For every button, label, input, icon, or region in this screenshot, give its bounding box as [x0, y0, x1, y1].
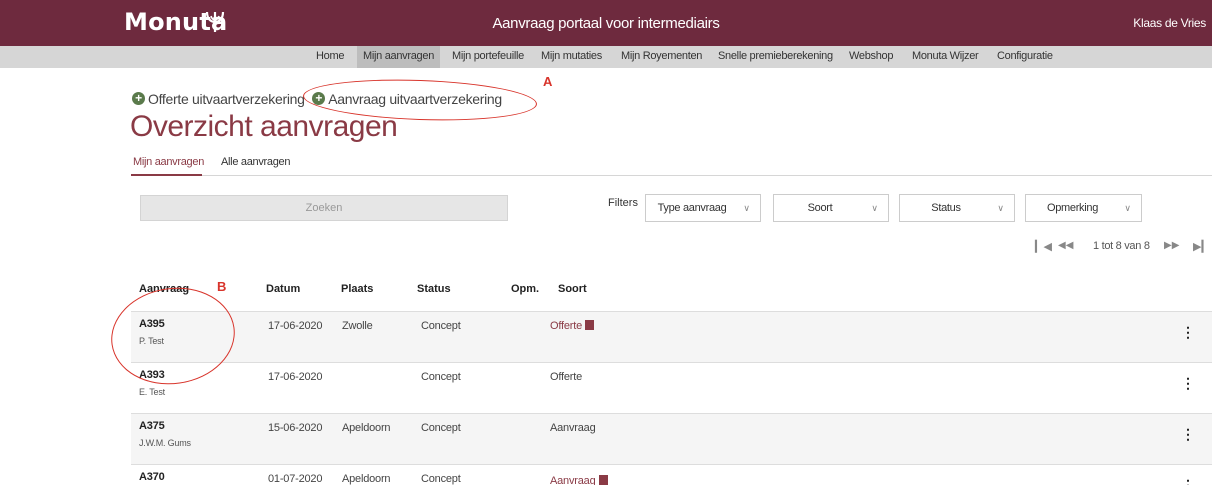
- page-title: Overzicht aanvragen: [130, 110, 398, 143]
- annotation-label-a: A: [543, 74, 553, 89]
- next-page-icon[interactable]: ▶▶: [1164, 240, 1179, 251]
- tab-alle-aanvragen[interactable]: Alle aanvragen: [221, 156, 290, 168]
- main-navigation: Home Mijn aanvragen Mijn portefeuille Mi…: [0, 46, 1212, 68]
- tab-mijn-aanvragen[interactable]: Mijn aanvragen: [133, 156, 204, 168]
- aanvraag-soort-link[interactable]: Aanvraag: [550, 475, 608, 485]
- nav-configuratie[interactable]: Configuratie: [997, 50, 1053, 62]
- more-options-icon[interactable]: ⋮: [1181, 426, 1195, 443]
- nav-webshop[interactable]: Webshop: [849, 50, 893, 62]
- column-header-datum[interactable]: Datum: [266, 283, 300, 295]
- soort-dropdown[interactable]: Soort ∨: [773, 194, 889, 222]
- previous-page-icon[interactable]: ◀◀: [1058, 240, 1073, 251]
- aanvraag-soort: Offerte: [550, 371, 583, 383]
- active-tab-indicator: [131, 174, 202, 176]
- user-name[interactable]: Klaas de Vries: [1133, 16, 1206, 30]
- top-bar: Monuta Aanvraag portaal voor intermediai…: [0, 0, 1212, 46]
- aanvraag-status: Concept: [421, 473, 461, 485]
- aanvraag-soort: Aanvraag: [550, 422, 596, 434]
- offerte-link[interactable]: + Offerte uitvaartverzekering: [132, 91, 305, 107]
- column-header-status[interactable]: Status: [417, 283, 451, 295]
- nav-mijn-aanvragen[interactable]: Mijn aanvragen: [357, 46, 441, 68]
- aanvraag-datum: 17-06-2020: [268, 320, 323, 332]
- last-page-icon[interactable]: ▶▎: [1193, 240, 1210, 253]
- column-header-opm[interactable]: Opm.: [511, 283, 539, 295]
- aanvraag-plaats: Apeldoorn: [342, 473, 391, 485]
- nav-mijn-portefeuille[interactable]: Mijn portefeuille: [452, 50, 524, 62]
- aanvraag-person: E. Test: [139, 387, 165, 397]
- column-header-soort[interactable]: Soort: [558, 283, 587, 295]
- chevron-down-icon: ∨: [997, 203, 1004, 213]
- chevron-down-icon: ∨: [871, 203, 878, 213]
- nav-mijn-mutaties[interactable]: Mijn mutaties: [541, 50, 602, 62]
- aanvraag-plaats: Apeldoorn: [342, 422, 391, 434]
- nav-mijn-royementen[interactable]: Mijn Royementen: [621, 50, 702, 62]
- nav-home[interactable]: Home: [316, 50, 344, 62]
- more-options-icon[interactable]: ⋮: [1181, 324, 1195, 341]
- more-options-icon[interactable]: ⋮: [1181, 375, 1195, 392]
- status-dropdown[interactable]: Status ∨: [899, 194, 1015, 222]
- pdf-icon[interactable]: [598, 475, 608, 485]
- more-options-icon[interactable]: ⋮: [1181, 477, 1195, 485]
- aanvraag-soort-link[interactable]: Offerte: [550, 320, 595, 332]
- soort-label: Offerte: [550, 320, 583, 332]
- portal-title: Aanvraag portaal voor intermediairs: [492, 15, 720, 32]
- aanvraag-person: J.W.M. Gums: [139, 438, 191, 448]
- tabs-divider: [131, 175, 1212, 176]
- nav-snelle-premieberekening[interactable]: Snelle premieberekening: [718, 50, 833, 62]
- aanvraag-code[interactable]: A370: [139, 471, 165, 483]
- first-page-icon[interactable]: ▎◀: [1035, 240, 1052, 253]
- nav-monuta-wijzer[interactable]: Monuta Wijzer: [912, 50, 979, 62]
- pdf-icon[interactable]: [585, 320, 595, 330]
- chevron-down-icon: ∨: [743, 203, 750, 213]
- dropdown-label: Status: [931, 202, 961, 214]
- dropdown-label: Soort: [807, 202, 833, 214]
- annotation-label-b: B: [217, 279, 227, 294]
- aanvraag-status: Concept: [421, 371, 461, 383]
- plus-circle-icon: +: [132, 92, 145, 105]
- search-button[interactable]: Zoeken: [140, 195, 508, 221]
- aanvraag-plaats: Zwolle: [342, 320, 373, 332]
- aanvraag-datum: 01-07-2020: [268, 473, 323, 485]
- pagination-text: 1 tot 8 van 8: [1093, 240, 1150, 252]
- dropdown-label: Opmerking: [1046, 202, 1099, 214]
- table-row[interactable]: A395 P. Test 17-06-2020 Zwolle Concept O…: [131, 311, 1212, 362]
- aanvraag-datum: 15-06-2020: [268, 422, 323, 434]
- opmerking-dropdown[interactable]: Opmerking ∨: [1025, 194, 1142, 222]
- type-aanvraag-dropdown[interactable]: Type aanvraag ∨: [645, 194, 761, 222]
- aanvraag-status: Concept: [421, 320, 461, 332]
- filters-label: Filters: [608, 197, 638, 209]
- aanvraag-code[interactable]: A375: [139, 420, 165, 432]
- chevron-down-icon: ∨: [1124, 203, 1131, 213]
- table-row[interactable]: A375 J.W.M. Gums 15-06-2020 Apeldoorn Co…: [131, 413, 1212, 464]
- dropdown-label: Type aanvraag: [657, 202, 727, 214]
- table-row[interactable]: A370 01-07-2020 Apeldoorn Concept Aanvra…: [131, 464, 1212, 485]
- aanvraag-status: Concept: [421, 422, 461, 434]
- soort-label: Aanvraag: [550, 475, 596, 485]
- aanvraag-datum: 17-06-2020: [268, 371, 323, 383]
- offerte-label: Offerte uitvaartverzekering: [148, 90, 305, 107]
- column-header-plaats[interactable]: Plaats: [341, 283, 373, 295]
- table-row[interactable]: A393 E. Test 17-06-2020 Concept Offerte …: [131, 362, 1212, 413]
